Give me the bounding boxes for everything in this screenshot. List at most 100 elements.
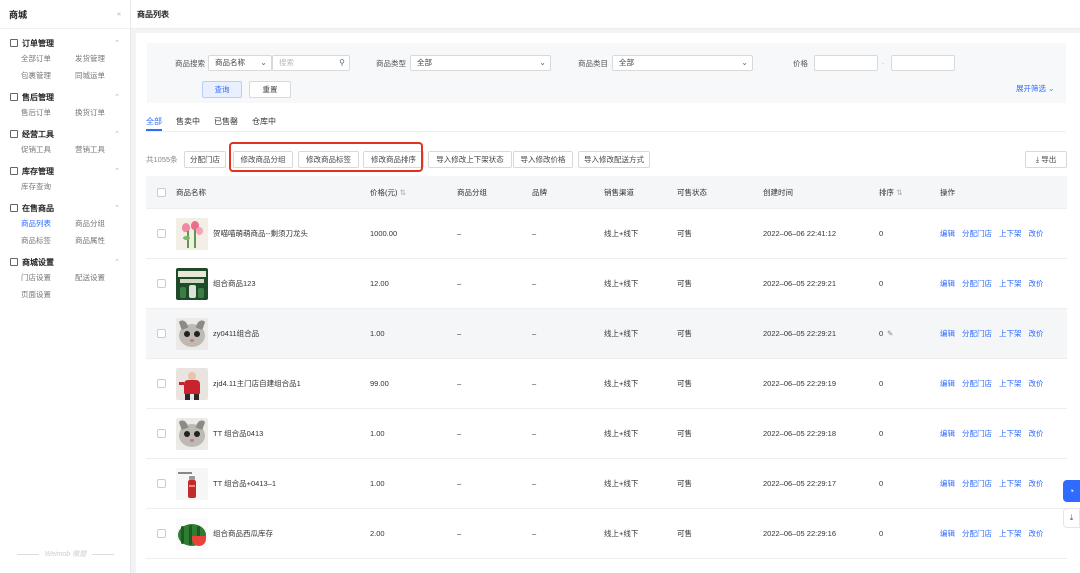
row-action-link[interactable]: 编辑 <box>940 529 955 538</box>
collapse-icon[interactable]: « <box>117 11 121 18</box>
cell-sort[interactable]: 0 <box>879 309 883 359</box>
chevron-up-icon[interactable]: ⌃ <box>114 204 120 212</box>
download-icon[interactable]: ⤓ <box>1063 508 1080 528</box>
query-button[interactable]: 查询 <box>202 81 242 98</box>
type-select[interactable]: 全部 ⌄ <box>410 55 551 71</box>
row-action-link[interactable]: 分配门店 <box>962 379 992 388</box>
batch-button[interactable]: 导入修改上下架状态 <box>428 151 512 168</box>
row-action-link[interactable]: 改价 <box>1029 529 1044 538</box>
chevron-up-icon[interactable]: ⌃ <box>114 39 120 47</box>
reset-button[interactable]: 重置 <box>249 81 291 98</box>
thumb-shape <box>194 230 196 248</box>
expand-filter-link[interactable]: 展开筛选 ⌄ <box>1016 83 1054 95</box>
batch-button[interactable]: 分配门店 <box>184 151 226 168</box>
row-checkbox[interactable] <box>157 379 166 388</box>
row-action-link[interactable]: 分配门店 <box>962 429 992 438</box>
row-checkbox[interactable] <box>157 329 166 338</box>
col-sort[interactable]: 排序 ⇅ <box>879 176 902 209</box>
sidebar-group-title[interactable]: 售后管理 ⌃ <box>0 91 130 103</box>
sidebar-item[interactable]: 同城运单 <box>75 70 129 81</box>
row-checkbox[interactable] <box>157 279 166 288</box>
row-action-link[interactable]: 改价 <box>1029 479 1044 488</box>
sidebar-item[interactable]: 页面设置 <box>21 289 75 300</box>
row-action-link[interactable]: 上下架 <box>999 479 1022 488</box>
sidebar-group-title[interactable]: 库存管理 ⌃ <box>0 165 130 177</box>
row-action-link[interactable]: 分配门店 <box>962 479 992 488</box>
sidebar-group-title[interactable]: 在售商品 ⌃ <box>0 202 130 214</box>
tab-item[interactable]: 全部 <box>146 113 162 131</box>
chevron-up-icon[interactable]: ⌃ <box>114 130 120 138</box>
sidebar-item[interactable]: 库存查询 <box>21 181 75 192</box>
row-action-link[interactable]: 编辑 <box>940 379 955 388</box>
thumb-shape <box>189 525 192 545</box>
row-action-link[interactable]: 分配门店 <box>962 529 992 538</box>
row-action-link[interactable]: 编辑 <box>940 429 955 438</box>
sidebar-item[interactable]: 配送设置 <box>75 272 129 283</box>
row-action-link[interactable]: 上下架 <box>999 529 1022 538</box>
cell-status: 可售 <box>677 329 692 338</box>
row-checkbox[interactable] <box>157 479 166 488</box>
row-action-link[interactable]: 分配门店 <box>962 279 992 288</box>
cell-price: 1000.00 <box>370 229 398 238</box>
table-row: 组合商品西瓜库存 2.00 – – 线上+线下 可售 2022–06–05 22:29:16… <box>146 509 1067 559</box>
row-action-link[interactable]: 改价 <box>1029 379 1044 388</box>
sidebar-item[interactable]: 全部订单 <box>21 53 75 64</box>
headset-icon[interactable]: ◔ <box>1063 480 1080 502</box>
sidebar-item[interactable]: 商品列表 <box>21 218 75 229</box>
price-min-input[interactable] <box>814 55 878 71</box>
row-action-link[interactable]: 编辑 <box>940 279 955 288</box>
export-icon: ⤓ <box>1035 155 1040 164</box>
chevron-up-icon[interactable]: ⌃ <box>114 258 120 266</box>
row-action-link[interactable]: 上下架 <box>999 279 1022 288</box>
row-action-link[interactable]: 上下架 <box>999 329 1022 338</box>
row-action-link[interactable]: 编辑 <box>940 479 955 488</box>
sidebar-item[interactable]: 包裹管理 <box>21 70 75 81</box>
sidebar-item[interactable]: 售后订单 <box>21 107 75 118</box>
col-price[interactable]: 价格(元) ⇅ <box>370 176 406 209</box>
batch-button[interactable]: 导入修改配送方式 <box>578 151 650 168</box>
chevron-up-icon[interactable]: ⌃ <box>114 93 120 101</box>
search-icon[interactable]: ⚲ <box>339 56 345 70</box>
cell-brand: – <box>532 329 537 338</box>
price-max-input[interactable] <box>891 55 955 71</box>
category-select[interactable]: 全部 ⌄ <box>612 55 753 71</box>
sidebar-item[interactable]: 换货订单 <box>75 107 129 118</box>
row-checkbox[interactable] <box>157 429 166 438</box>
type-value: 全部 <box>417 58 432 67</box>
tab-item[interactable]: 售卖中 <box>176 113 200 131</box>
row-action-link[interactable]: 编辑 <box>940 229 955 238</box>
row-action-link[interactable]: 上下架 <box>999 229 1022 238</box>
row-checkbox[interactable] <box>157 529 166 538</box>
sidebar-item[interactable]: 商品标签 <box>21 235 75 246</box>
export-button[interactable]: ⤓ 导出 <box>1025 151 1067 168</box>
row-action-link[interactable]: 改价 <box>1029 329 1044 338</box>
sidebar-group-title[interactable]: 商城设置 ⌃ <box>0 256 130 268</box>
col-group: 商品分组 <box>457 188 487 197</box>
batch-button[interactable]: 导入修改价格 <box>513 151 573 168</box>
sidebar-group-title[interactable]: 订单管理 ⌃ <box>0 37 130 49</box>
row-action-link[interactable]: 改价 <box>1029 429 1044 438</box>
row-checkbox[interactable] <box>157 229 166 238</box>
sidebar-item[interactable]: 门店设置 <box>21 272 75 283</box>
sidebar-item[interactable]: 商品属性 <box>75 235 129 246</box>
row-action-link[interactable]: 上下架 <box>999 429 1022 438</box>
cell-sort: 0 <box>879 279 884 288</box>
tab-item[interactable]: 已售罄 <box>214 113 238 131</box>
sidebar-item[interactable]: 发货管理 <box>75 53 129 64</box>
sidebar-item[interactable]: 促销工具 <box>21 144 75 155</box>
tab-item[interactable]: 仓库中 <box>252 113 276 131</box>
row-action-link[interactable]: 上下架 <box>999 379 1022 388</box>
sidebar-item[interactable]: 营销工具 <box>75 144 129 155</box>
select-all-checkbox[interactable] <box>157 188 166 197</box>
search-field-select[interactable]: 商品名称 ⌄ <box>208 55 272 71</box>
row-action-link[interactable]: 分配门店 <box>962 229 992 238</box>
search-input[interactable]: 搜索 ⚲ <box>272 55 350 71</box>
edit-pencil-icon[interactable]: ✎ <box>887 309 893 359</box>
sidebar-group-title[interactable]: 经营工具 ⌃ <box>0 128 130 140</box>
row-action-link[interactable]: 改价 <box>1029 279 1044 288</box>
row-action-link[interactable]: 编辑 <box>940 329 955 338</box>
row-action-link[interactable]: 分配门店 <box>962 329 992 338</box>
sidebar-item[interactable]: 商品分组 <box>75 218 129 229</box>
chevron-up-icon[interactable]: ⌃ <box>114 167 120 175</box>
row-action-link[interactable]: 改价 <box>1029 229 1044 238</box>
